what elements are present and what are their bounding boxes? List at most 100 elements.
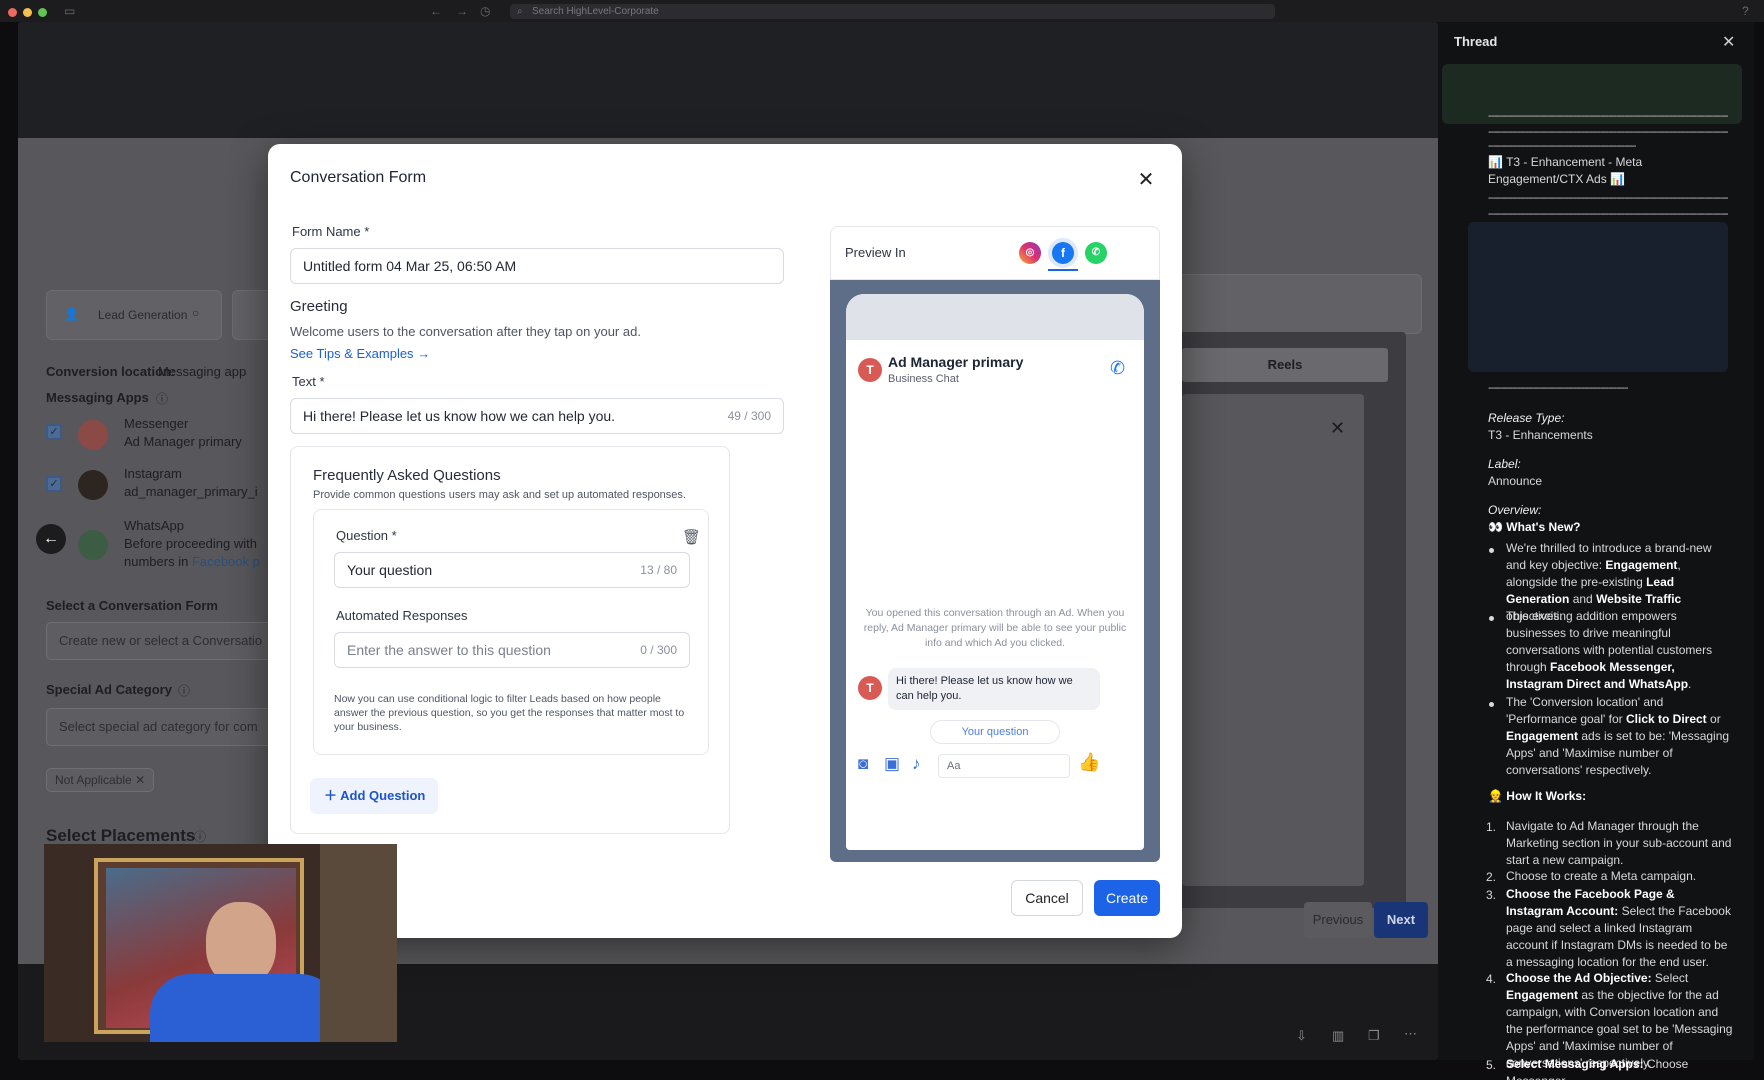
step-number: 2. xyxy=(1486,870,1497,884)
modal-title: Conversation Form xyxy=(290,169,427,186)
info-icon: ⓘ xyxy=(178,684,191,698)
arrow-right-icon: → xyxy=(417,346,431,361)
maximize-window-button[interactable] xyxy=(38,8,47,17)
search-placeholder: Search HighLevel-Corporate xyxy=(532,6,659,17)
character-count: 13 / 80 xyxy=(640,563,677,577)
greeting-bubble: Hi there! Please let us know how we can … xyxy=(888,668,1100,710)
how-step: Choose to create a Meta campaign. xyxy=(1506,869,1697,883)
more-icon[interactable]: ⋯ xyxy=(1404,1026,1417,1042)
divider-line: ----------------------------------------… xyxy=(1488,110,1728,122)
layout-icon[interactable]: ▥ xyxy=(1332,1028,1344,1044)
question-label: Question * xyxy=(336,528,397,543)
quick-reply-chip[interactable]: Your question xyxy=(930,720,1060,744)
special-ad-category-input[interactable]: Select special ad category for com xyxy=(46,708,276,746)
back-arrow-icon[interactable]: ← xyxy=(430,4,442,18)
plus-icon: ＋ xyxy=(324,788,338,803)
chart-emoji-icon: 📊 xyxy=(1488,155,1503,169)
not-applicable-label: Not Applicable xyxy=(55,773,132,787)
overview-label-text: Overview: xyxy=(1488,503,1542,517)
worker-icon: 👷 xyxy=(1488,789,1503,803)
divider-line: ----------------------------------------… xyxy=(1488,140,1636,152)
greeting-heading: Greeting xyxy=(290,298,348,315)
whatsapp-name: WhatsApp xyxy=(124,518,184,533)
release-type-value: T3 - Enhancements xyxy=(1488,428,1593,442)
browser-titlebar: ▭ ← → ◷ ⌕ Search HighLevel-Corporate ? xyxy=(0,0,1764,22)
close-icon[interactable]: ✕ xyxy=(1722,32,1735,52)
phone-call-icon[interactable]: ✆ xyxy=(1110,358,1125,379)
lead-generation-label: Lead Generation xyxy=(98,308,188,322)
release-type-label: Release Type: xyxy=(1488,410,1564,427)
divider-line: ----------------------------------------… xyxy=(1488,126,1728,138)
greeting-text-input[interactable]: Hi there! Please let us know how we can … xyxy=(290,398,784,434)
special-ad-category-label: Special Ad Category xyxy=(46,682,172,697)
gallery-icon[interactable]: ▣ xyxy=(884,754,900,774)
whatsapp-icon[interactable]: ✆ xyxy=(1085,242,1107,264)
divider-line: ----------------------------------------… xyxy=(1488,208,1728,220)
microphone-icon[interactable]: ♪ xyxy=(912,754,921,774)
back-button[interactable]: ← xyxy=(36,524,66,554)
conversion-location-label: Conversion location: xyxy=(46,364,176,379)
preview-label: Preview In xyxy=(845,245,906,260)
help-icon[interactable]: ? xyxy=(1742,4,1749,18)
add-question-button[interactable]: ＋ Add Question xyxy=(310,778,438,814)
select-conversation-form-input[interactable]: Create new or select a Conversatio xyxy=(46,622,276,660)
instagram-name: Instagram xyxy=(124,466,182,481)
thumbs-up-icon[interactable]: 👍 xyxy=(1078,752,1100,773)
minimize-window-button[interactable] xyxy=(23,8,32,17)
overview-label: Overview: xyxy=(1488,502,1541,519)
character-count: 49 / 300 xyxy=(727,409,771,423)
preview-frame: T Ad Manager primary Business Chat ✆ You… xyxy=(830,280,1160,862)
facebook-icon[interactable]: f xyxy=(1052,242,1074,264)
avatar: T xyxy=(858,358,882,382)
remove-tag-icon[interactable]: ✕ xyxy=(135,773,145,787)
message-input[interactable]: Aa xyxy=(938,754,1070,778)
how-step: Navigate to Ad Manager through the Marke… xyxy=(1506,819,1732,867)
whatsapp-detail-prefix: numbers in xyxy=(124,554,192,569)
search-input[interactable]: ⌕ Search HighLevel-Corporate xyxy=(510,4,1275,19)
instagram-checkbox[interactable]: ✓ xyxy=(46,476,62,492)
sidebar-toggle-icon[interactable]: ▭ xyxy=(64,4,75,18)
close-icon[interactable]: ✕ xyxy=(1330,418,1345,439)
messenger-detail: Ad Manager primary xyxy=(124,434,242,449)
active-tab-indicator xyxy=(1048,269,1078,271)
eyes-icon: 👀 xyxy=(1488,520,1503,534)
next-button[interactable]: Next xyxy=(1374,902,1428,938)
form-name-input[interactable]: Untitled form 04 Mar 25, 06:50 AM xyxy=(290,248,784,284)
question-card: Question * Your question 13 / 80 Automat… xyxy=(313,509,709,755)
instagram-avatar xyxy=(78,470,108,500)
select-conversation-form-label: Select a Conversation Form xyxy=(46,598,218,613)
answer-input[interactable]: Enter the answer to this question 0 / 30… xyxy=(334,632,690,668)
close-window-button[interactable] xyxy=(8,8,17,17)
how-it-works-text: How It Works: xyxy=(1506,789,1587,803)
copy-icon[interactable]: ❐ xyxy=(1368,1028,1380,1044)
messenger-checkbox[interactable]: ✓ xyxy=(46,424,62,440)
close-icon[interactable]: ✕ xyxy=(1136,170,1156,190)
select-placements-label: Select Placements xyxy=(46,826,196,845)
delete-question-icon[interactable]: 🗑 xyxy=(682,528,701,546)
objective-card-engagement[interactable] xyxy=(232,290,272,340)
how-step: Select Messaging Apps: Choose Messenger xyxy=(1506,1057,1689,1080)
create-button[interactable]: Create xyxy=(1094,880,1160,916)
whatsapp-detail-line2: numbers in Facebook p xyxy=(124,554,260,569)
history-icon[interactable]: ◷ xyxy=(480,4,490,18)
ad-notice: You opened this conversation through an … xyxy=(863,607,1127,649)
question-input[interactable]: Your question 13 / 80 xyxy=(334,552,690,588)
conversion-location-value: Messaging app xyxy=(158,364,247,379)
forward-arrow-icon[interactable]: → xyxy=(456,4,468,18)
how-it-works-heading: 👷 How It Works: xyxy=(1488,788,1586,805)
automated-responses-label: Automated Responses xyxy=(336,608,468,623)
add-question-label: Add Question xyxy=(340,788,426,803)
not-applicable-tag[interactable]: Not Applicable ✕ xyxy=(46,768,154,792)
tips-link[interactable]: See Tips & Examples → xyxy=(290,346,430,361)
camera-icon[interactable]: ◙ xyxy=(858,754,868,774)
step-number: 3. xyxy=(1486,888,1497,902)
user-icon: 👤 xyxy=(64,307,79,321)
info-icon: ⓘ xyxy=(156,392,169,406)
download-icon[interactable]: ⇩ xyxy=(1296,1028,1307,1044)
divider-line: ----------------------------------------… xyxy=(1488,382,1628,394)
facebook-link[interactable]: Facebook p xyxy=(192,554,260,569)
instagram-icon[interactable]: ◎ xyxy=(1019,242,1041,264)
cancel-button[interactable]: Cancel xyxy=(1011,880,1083,916)
previous-button[interactable]: Previous xyxy=(1304,902,1372,938)
tab-reels[interactable]: Reels xyxy=(1182,348,1388,382)
